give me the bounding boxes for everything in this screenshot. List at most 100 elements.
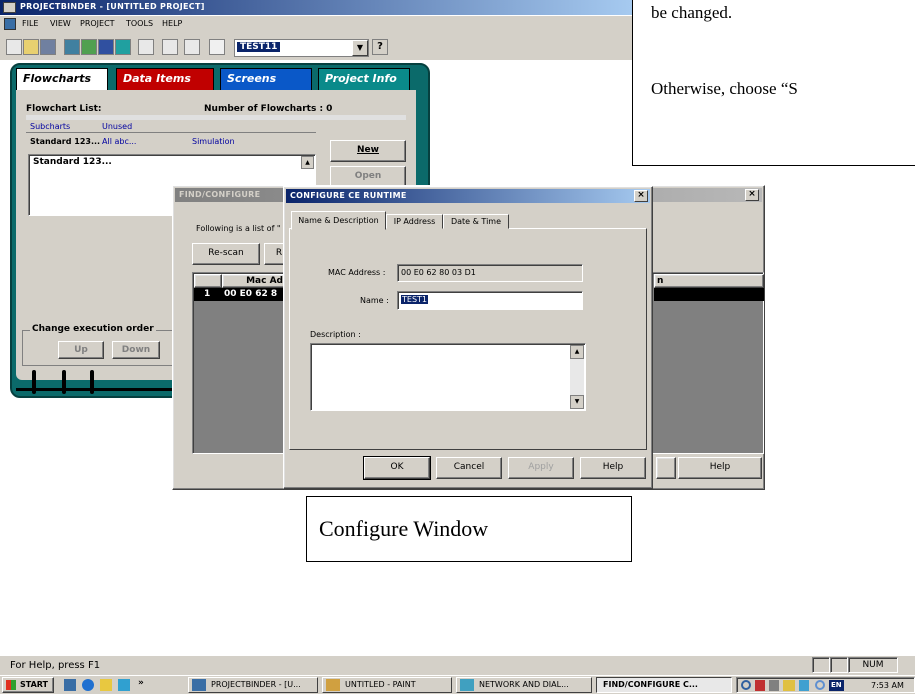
scroll-up-icon[interactable]: ▲ [570, 345, 584, 359]
grid-icon[interactable] [81, 39, 97, 55]
config-tab-panel [289, 228, 647, 450]
config-close-icon[interactable]: × [634, 190, 648, 202]
find-unnamed-button[interactable] [656, 457, 676, 479]
find-intro-text: Following is a list of " [196, 224, 281, 233]
binder-icon[interactable] [64, 39, 80, 55]
count-bar [26, 115, 406, 120]
tray-shield-icon[interactable] [755, 680, 765, 691]
context-help-icon[interactable]: ? [372, 39, 388, 55]
top-callout-box: be changed. Otherwise, choose “S [632, 0, 915, 166]
tab-name-description[interactable]: Name & Description [291, 211, 386, 230]
change-order-label: Change execution order [30, 324, 156, 334]
new-button[interactable]: New [330, 140, 406, 162]
quicklaunch-media-icon[interactable] [118, 679, 130, 691]
binder-rings [16, 370, 196, 398]
callout-line-2: Otherwise, choose “S [651, 79, 798, 98]
menu-bar: File View Project Tools Help [0, 16, 632, 34]
down-button[interactable]: Down [112, 341, 160, 359]
network-icon [460, 679, 474, 691]
tab-date-time[interactable]: Date & Time [443, 214, 509, 229]
name-field-value: TEST1 [401, 295, 428, 304]
open-folder-icon[interactable] [23, 39, 39, 55]
flowchart-count: Number of Flowcharts : 0 [204, 104, 333, 114]
rescan-button[interactable]: Re-scan [192, 243, 260, 265]
find-close-icon[interactable]: × [745, 189, 759, 201]
tray-network-icon[interactable] [783, 680, 795, 691]
scroll-down-icon[interactable]: ▼ [570, 395, 584, 409]
status-bar: For Help, press F1 NUM [0, 655, 915, 675]
menu-tools[interactable]: Tools [126, 19, 153, 28]
menu-doc-icon[interactable] [4, 18, 16, 30]
mac-address-label: MAC Address : [328, 268, 386, 277]
calc-icon[interactable] [184, 39, 200, 55]
tab-data-items[interactable]: Data Items [116, 68, 214, 90]
app-title: ProjectBinder - [Untitled Project] [20, 2, 205, 11]
start-button[interactable]: Start [2, 677, 54, 693]
tray-search-icon[interactable] [741, 680, 751, 690]
name-field[interactable]: TEST1 [397, 291, 583, 310]
table-row[interactable]: 1 00 E0 62 8 [194, 288, 288, 301]
tray-moon-icon[interactable] [815, 680, 825, 690]
description-textarea[interactable]: ▲ ▼ [310, 343, 586, 411]
col-header-mac[interactable]: Mac Ad [222, 274, 288, 288]
col-header-n[interactable]: n [654, 274, 764, 288]
menu-help[interactable]: Help [162, 19, 182, 28]
paint-icon [326, 679, 340, 691]
tab-flowcharts[interactable]: Flowcharts [16, 68, 108, 90]
quicklaunch-outlook-icon[interactable] [100, 679, 112, 691]
taskbar-item-paint[interactable]: untitled - Paint [322, 677, 452, 693]
quicklaunch-desktop-icon[interactable] [64, 679, 76, 691]
quicklaunch-ie-icon[interactable] [82, 679, 94, 691]
status-pane-2 [830, 657, 848, 673]
tab-screens[interactable]: Screens [220, 68, 312, 90]
app-icon [3, 2, 16, 13]
find-help-button[interactable]: Help [678, 457, 762, 479]
subtab-simulation[interactable]: Simulation [192, 137, 235, 146]
new-file-icon[interactable] [6, 39, 22, 55]
taskbar-item-find-configure[interactable]: Find/Configure C... [596, 677, 732, 693]
tray-volume-icon[interactable] [769, 680, 779, 691]
lightning-icon[interactable] [209, 39, 225, 55]
projectbinder-icon [192, 679, 206, 691]
col-header-num [194, 274, 222, 288]
subtab-subcharts[interactable]: Subcharts [30, 122, 70, 131]
name-label: Name : [360, 296, 389, 305]
search-icon[interactable] [138, 39, 154, 55]
taskbar-item-projectbinder[interactable]: ProjectBinder - [U... [188, 677, 318, 693]
tool-icon[interactable] [162, 39, 178, 55]
status-pane-1 [812, 657, 830, 673]
subtab-divider [26, 132, 316, 133]
clock[interactable]: 7:53 AM [871, 681, 904, 690]
windows-logo-icon [6, 680, 16, 690]
up-button[interactable]: Up [58, 341, 104, 359]
tab-ip-address[interactable]: IP Address [386, 214, 443, 229]
menu-view[interactable]: View [50, 19, 71, 28]
configure-window-callout: Configure Window [306, 496, 632, 562]
menu-project[interactable]: Project [80, 19, 115, 28]
tray-display-icon[interactable] [799, 680, 809, 691]
chevron-down-icon[interactable]: ▼ [352, 40, 368, 56]
menu-file[interactable]: File [22, 19, 38, 28]
cancel-button[interactable]: Cancel [436, 457, 502, 479]
list-item[interactable]: Standard 123... [33, 157, 112, 167]
chart-icon[interactable] [98, 39, 114, 55]
screen-icon[interactable] [115, 39, 131, 55]
row-number: 1 [204, 289, 211, 299]
ok-button[interactable]: OK [364, 457, 430, 479]
apply-button[interactable]: Apply [508, 457, 574, 479]
target-combo[interactable]: TEST11 ▼ [234, 39, 369, 57]
subtab-unused[interactable]: Unused [102, 122, 132, 131]
help-hint: For Help, press F1 [10, 660, 101, 671]
table-row-right[interactable] [654, 288, 764, 301]
language-indicator[interactable]: EN [829, 680, 844, 691]
scroll-up-icon[interactable]: ▲ [301, 156, 314, 169]
taskbar-item-network[interactable]: Network and Dial... [456, 677, 592, 693]
save-icon[interactable] [40, 39, 56, 55]
flowchart-list-label: Flowchart List: [26, 104, 102, 114]
subtab-standard[interactable]: Standard 123... [30, 137, 100, 146]
subtab-all-abc[interactable]: All abc... [102, 137, 136, 146]
tab-project-info[interactable]: Project Info [318, 68, 410, 90]
quicklaunch-more-icon[interactable]: » [138, 678, 144, 688]
config-help-button[interactable]: Help [580, 457, 646, 479]
description-scrollbar[interactable]: ▲ ▼ [570, 345, 584, 409]
